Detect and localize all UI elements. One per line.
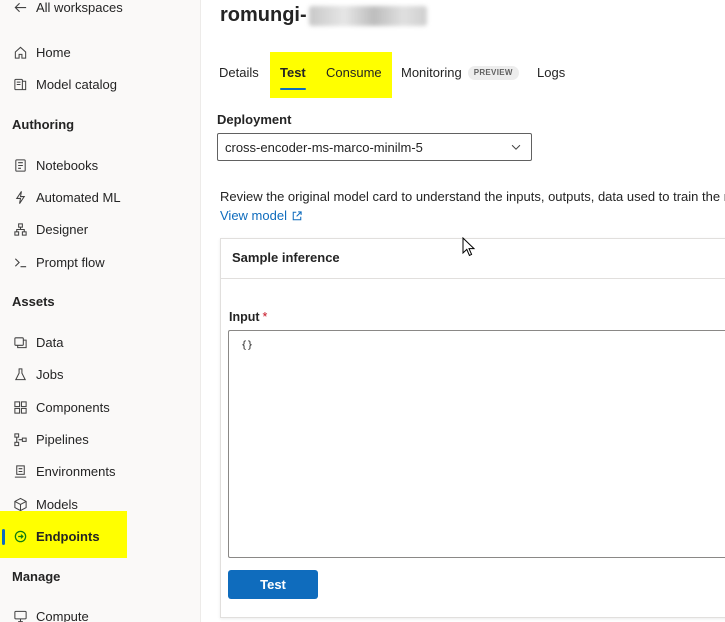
sidebar-item-pipelines[interactable]: Pipelines: [0, 424, 201, 454]
sidebar-item-label: Notebooks: [36, 157, 99, 173]
sidebar-item-automated-ml[interactable]: Automated ML: [0, 182, 201, 212]
back-to-workspaces[interactable]: All workspaces: [0, 0, 201, 22]
view-model-label: View model: [220, 208, 287, 223]
endpoints-icon: [12, 528, 28, 544]
jobs-icon: [12, 366, 28, 382]
tab-logs[interactable]: Logs: [537, 58, 565, 88]
prompt-icon: [12, 254, 28, 270]
input-label-text: Input: [229, 310, 260, 324]
arrow-left-icon: [12, 0, 28, 15]
compute-icon: [12, 608, 28, 622]
pipelines-icon: [12, 431, 28, 447]
sidebar-item-label: Compute: [36, 608, 89, 622]
external-link-icon: [292, 210, 302, 220]
input-textarea[interactable]: {}: [228, 330, 725, 558]
sidebar-item-label: Automated ML: [36, 189, 121, 205]
page-title: romungi-: [220, 4, 427, 27]
sidebar-item-designer[interactable]: Designer: [0, 214, 201, 244]
tab-consume[interactable]: Consume: [326, 58, 382, 88]
deployment-label: Deployment: [217, 112, 292, 127]
sample-inference-card: Sample inference Input * {} Test: [220, 238, 725, 618]
sidebar-item-components[interactable]: Components: [0, 392, 201, 422]
sidebar-item-label: Home: [36, 44, 71, 60]
tab-monitoring[interactable]: Monitoring PREVIEW: [401, 58, 519, 88]
deployment-value: cross-encoder-ms-marco-minilm-5: [225, 139, 423, 155]
view-model-link[interactable]: View model: [220, 208, 303, 223]
back-label: All workspaces: [36, 0, 123, 15]
sidebar-item-label: Jobs: [36, 366, 64, 382]
models-icon: [12, 496, 28, 512]
sidebar-item-notebooks[interactable]: Notebooks: [0, 150, 201, 180]
sidebar-item-prompt-flow[interactable]: Prompt flow: [0, 247, 201, 277]
sidebar-item-home[interactable]: Home: [0, 37, 201, 67]
home-icon: [12, 44, 28, 60]
environments-icon: [12, 463, 28, 479]
sidebar-item-label: Pipelines: [36, 431, 89, 447]
notebook-icon: [12, 157, 28, 173]
sidebar-item-label: Components: [36, 399, 110, 415]
section-authoring: Authoring: [12, 117, 75, 132]
tab-bar: Details Test Consume Monitoring PREVIEW L…: [202, 52, 725, 98]
redacted-name: [308, 5, 427, 26]
sidebar-item-label: Prompt flow: [36, 254, 105, 270]
chevron-down-icon: [511, 144, 521, 150]
preview-badge: PREVIEW: [467, 66, 519, 80]
section-manage: Manage: [12, 569, 61, 584]
sidebar-item-environments[interactable]: Environments: [0, 456, 201, 486]
sidebar-item-label: Designer: [36, 221, 89, 237]
deployment-dropdown[interactable]: cross-encoder-ms-marco-minilm-5: [217, 133, 532, 161]
catalog-icon: [12, 76, 28, 92]
section-assets: Assets: [12, 294, 55, 309]
test-button[interactable]: Test: [228, 570, 318, 599]
sidebar-item-model-catalog[interactable]: Model catalog: [0, 69, 201, 99]
tab-details[interactable]: Details: [219, 58, 259, 88]
input-label: Input *: [229, 310, 267, 324]
sidebar-item-endpoints[interactable]: Endpoints: [0, 521, 201, 551]
sidebar-item-data[interactable]: Data: [0, 327, 201, 357]
endpoint-name: romungi-: [220, 4, 307, 26]
components-icon: [12, 399, 28, 415]
model-card-description: Review the original model card to unders…: [220, 189, 725, 204]
data-icon: [12, 334, 28, 350]
designer-icon: [12, 221, 28, 237]
sidebar-item-label: Model catalog: [36, 76, 117, 92]
sidebar-item-compute[interactable]: Compute: [0, 601, 201, 622]
main-content: romungi- Details Test Consume Monitoring…: [202, 0, 725, 622]
automl-icon: [12, 189, 28, 205]
mouse-cursor-icon: [462, 237, 476, 257]
required-mark: *: [262, 310, 268, 324]
tab-monitoring-label: Monitoring: [401, 65, 462, 80]
sidebar-item-label: Models: [36, 496, 78, 512]
sidebar-item-label: Environments: [36, 463, 116, 479]
tab-test[interactable]: Test: [280, 58, 306, 90]
sidebar-item-jobs[interactable]: Jobs: [0, 359, 201, 389]
left-nav: All workspaces Home Model catalog Author…: [0, 0, 201, 622]
sidebar-item-label: Endpoints: [36, 528, 100, 544]
sidebar-item-label: Data: [36, 334, 64, 350]
